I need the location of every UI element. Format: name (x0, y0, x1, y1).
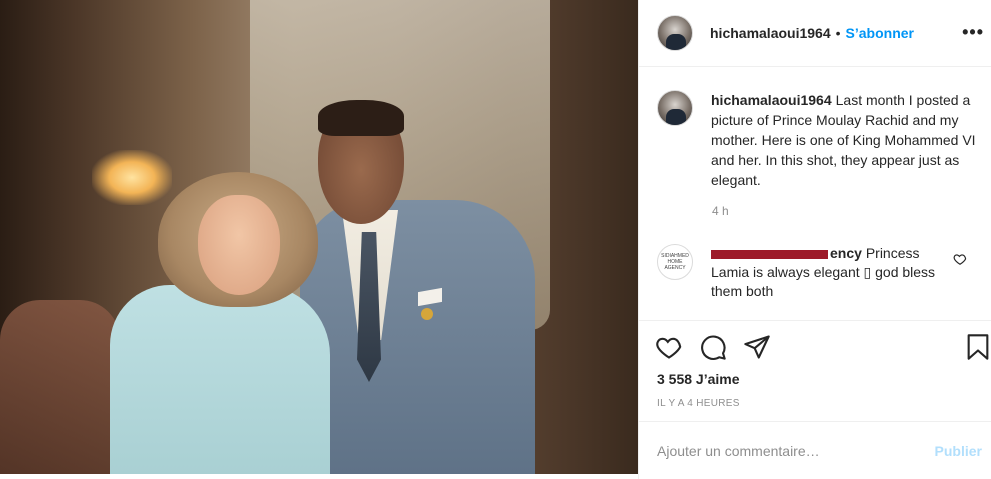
more-options-icon[interactable]: ••• (962, 22, 984, 43)
photo-man-suit (300, 200, 535, 474)
comment-bubble-icon[interactable] (699, 333, 727, 361)
comment-input[interactable] (657, 442, 935, 459)
commenter-avatar[interactable]: SIDIAHMED HOME AGENCY (657, 244, 693, 280)
post-photo[interactable] (0, 0, 638, 474)
caption-time[interactable]: 4 h (712, 204, 729, 218)
caption-body: hichamalaoui1964 Last month I posted a pi… (711, 90, 981, 190)
follow-button[interactable]: S’abonner (846, 25, 914, 41)
photo-lamp (92, 150, 172, 205)
comment-item: SIDIAHMED HOME AGENCY ency Princess Lami… (657, 244, 982, 301)
add-comment-bar: Publier (639, 421, 991, 479)
photo-chair (0, 300, 120, 474)
caption-username[interactable]: hichamalaoui1964 (711, 92, 832, 108)
redacted-username-bar (711, 249, 828, 259)
post-action-bar (639, 320, 991, 370)
photo-man-hair (318, 100, 404, 136)
author-username[interactable]: hichamalaoui1964 (710, 25, 831, 41)
heart-outline-icon[interactable] (655, 333, 683, 361)
publish-button[interactable]: Publier (935, 443, 982, 459)
post-header: hichamalaoui1964 • S’abonner ••• (639, 0, 991, 67)
photo-woman-face (198, 195, 280, 295)
author-avatar[interactable] (657, 15, 693, 51)
paper-plane-icon[interactable] (743, 333, 771, 361)
likes-count[interactable]: 3 558 J’aime (657, 371, 740, 387)
photo-woman-dress (110, 285, 330, 474)
post-side-panel: hichamalaoui1964 • S’abonner ••• hichama… (638, 0, 991, 479)
post-timestamp[interactable]: IL Y A 4 HEURES (657, 398, 740, 409)
photo-lapel-pin (421, 308, 433, 320)
header-separator: • (835, 25, 841, 41)
comment-like-heart-icon[interactable] (953, 252, 967, 266)
comment-body: ency Princess Lamia is always elegant ▯ … (711, 244, 951, 301)
bookmark-icon[interactable] (964, 333, 991, 361)
commenter-username-tail[interactable]: ency (830, 245, 862, 261)
caption-author-avatar[interactable] (657, 90, 693, 126)
post-caption: hichamalaoui1964 Last month I posted a pi… (657, 90, 982, 190)
